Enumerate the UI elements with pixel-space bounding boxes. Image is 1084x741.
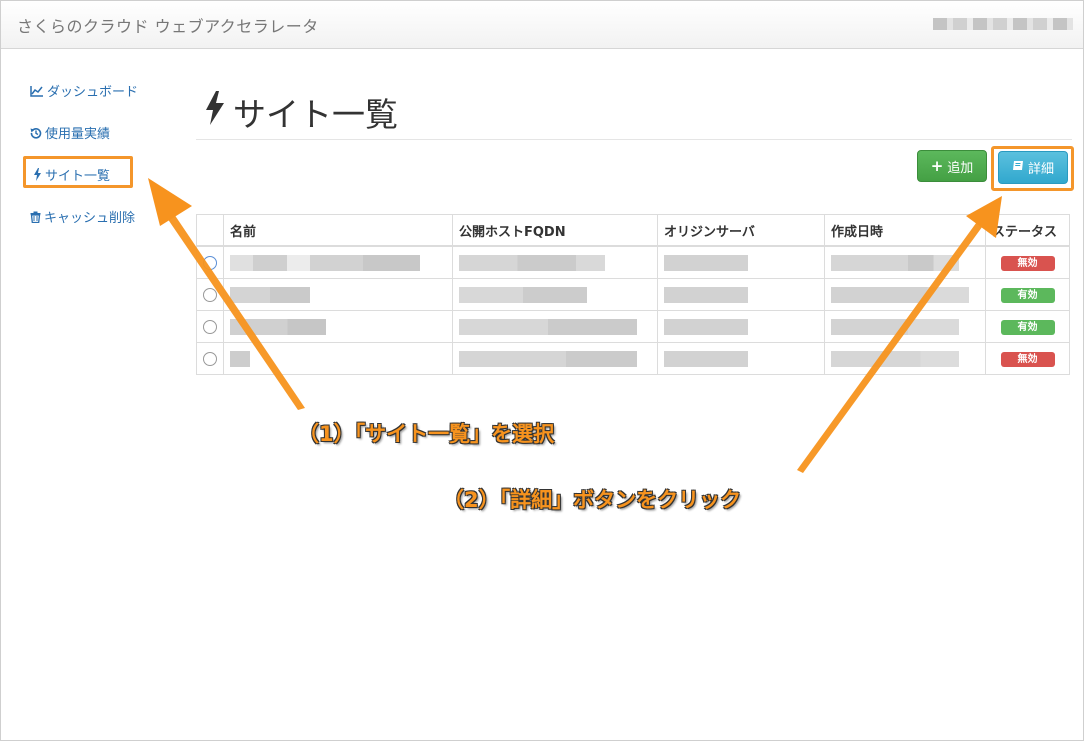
annotation-arrows: [148, 178, 1002, 473]
arrow-to-site-list: [148, 178, 305, 410]
annotation-step2: （2）「詳細」ボタンをクリック: [443, 488, 742, 512]
annotation-step1: （1）「サイト一覧」を選択: [298, 422, 555, 446]
arrow-to-detail-button: [797, 196, 1002, 473]
